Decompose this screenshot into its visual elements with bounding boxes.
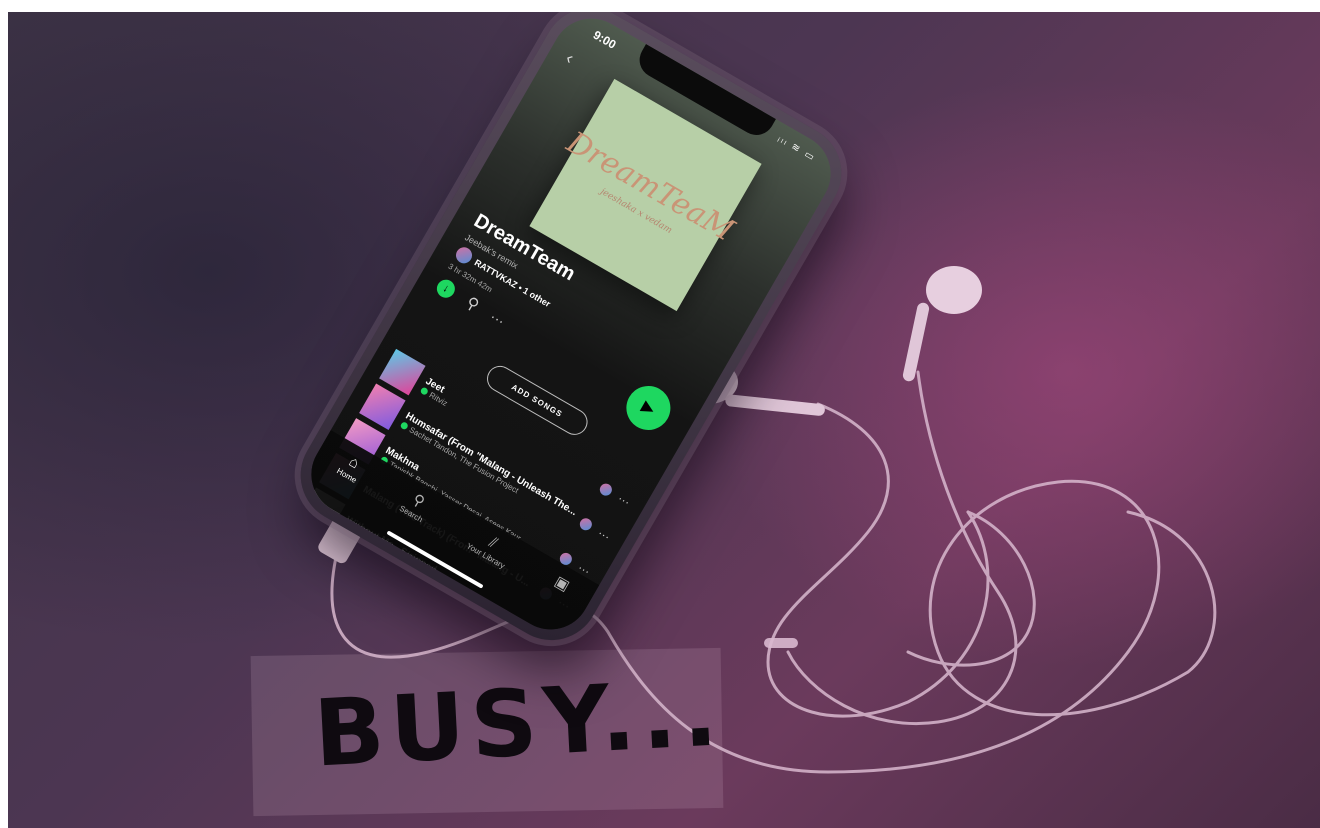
status-time: 9:00 — [590, 27, 619, 52]
right-earbud — [902, 266, 982, 382]
photo-scene: BUSY... 9:00 ᵢₗₗ ≋ ▭ ‹ DreamTeaM jeeshak… — [8, 12, 1320, 828]
remote-control — [764, 638, 798, 648]
tab-home[interactable]: ⌂ Home — [335, 450, 367, 485]
tab-label: Your Library — [464, 541, 507, 571]
add-user-icon[interactable]: ⚲ — [463, 293, 483, 316]
home-icon: ⌂ — [345, 452, 363, 473]
added-by-avatar — [577, 516, 595, 533]
avatar — [453, 244, 475, 267]
cover-title: DreamTeaM — [560, 124, 740, 249]
devices-icon: ▣ — [551, 572, 573, 595]
tab-search[interactable]: ⚲ Search — [398, 486, 434, 524]
handwritten-busy-note: BUSY... — [311, 659, 726, 788]
signal-wifi-battery-icon: ᵢₗₗ ≋ ▭ — [775, 133, 818, 165]
more-options-icon[interactable]: ··· — [488, 308, 508, 329]
download-icon[interactable]: ↓ — [433, 276, 459, 302]
track-more-icon[interactable]: ··· — [614, 491, 633, 510]
connect-device-button[interactable]: ▣ — [551, 572, 573, 596]
play-button[interactable]: ▶ — [618, 377, 679, 438]
track-more-icon[interactable]: ··· — [594, 525, 613, 544]
search-icon: ⚲ — [409, 490, 428, 512]
added-by-avatar — [597, 481, 615, 498]
library-icon: ⫽ — [485, 533, 501, 552]
back-chevron-icon[interactable]: ‹ — [562, 48, 577, 69]
tab-your-library[interactable]: ⫽ Your Library — [465, 525, 516, 571]
